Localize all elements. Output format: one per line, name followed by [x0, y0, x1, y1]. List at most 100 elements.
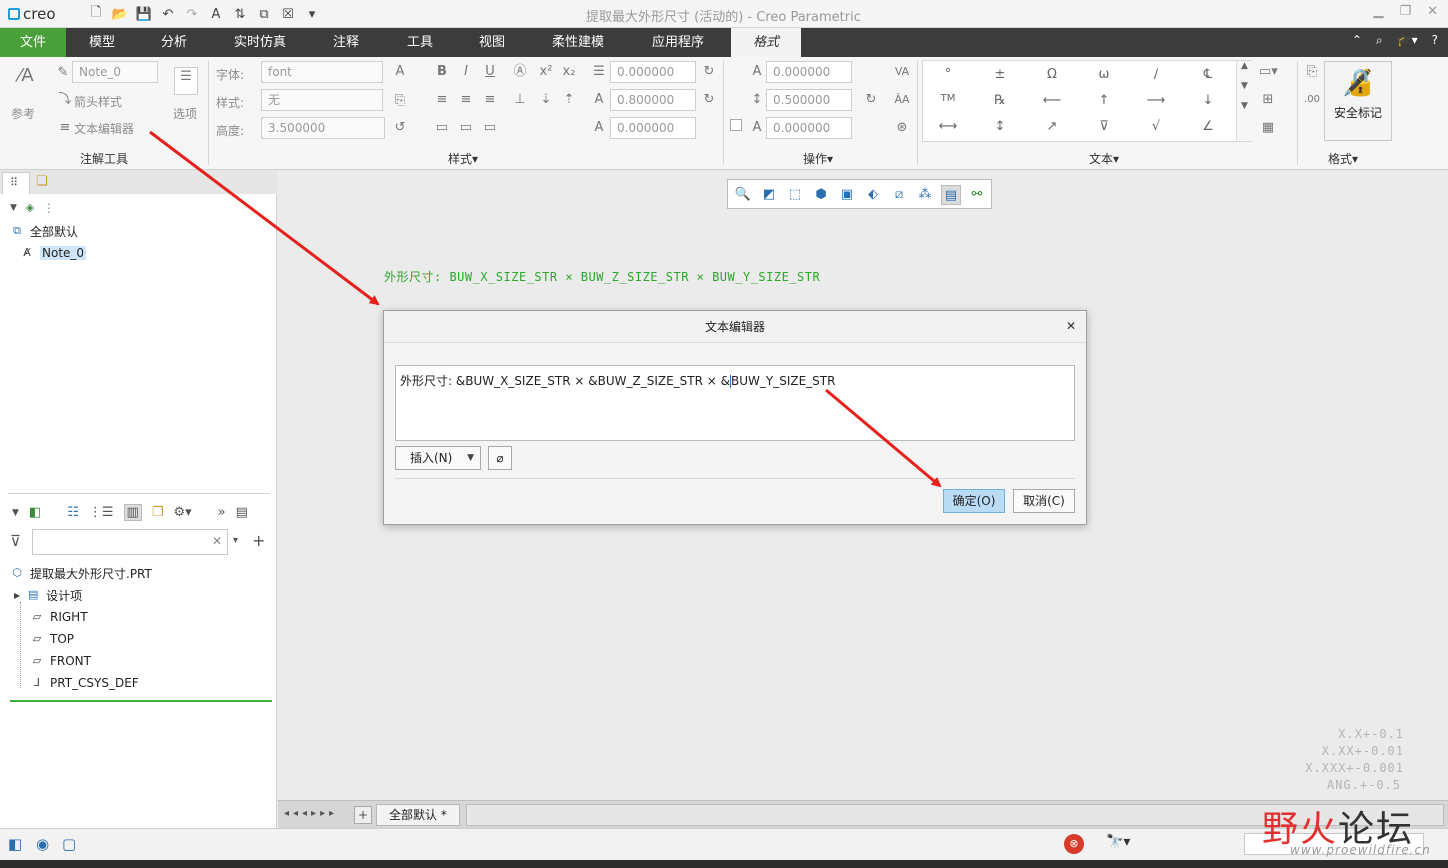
- text-color-icon[interactable]: A: [391, 63, 409, 81]
- line-spacing-field[interactable]: 0.000000: [610, 61, 696, 83]
- perspective-icon[interactable]: ⬖: [863, 185, 883, 205]
- tab-view[interactable]: 视图: [456, 28, 528, 57]
- symbol-arrow-diagonal[interactable]: ↗: [1032, 119, 1072, 134]
- model-tree-tab[interactable]: ⠿: [2, 172, 30, 194]
- reset-width-icon[interactable]: ↻: [700, 91, 718, 109]
- add-tab-icon[interactable]: +: [354, 806, 372, 824]
- tab-model[interactable]: 模型: [66, 28, 138, 57]
- align-left-icon[interactable]: ≡: [433, 91, 451, 109]
- mirror-checkbox[interactable]: [730, 119, 742, 131]
- kerning-icon[interactable]: VA: [893, 63, 911, 81]
- tab-tools[interactable]: 工具: [384, 28, 456, 57]
- reset-ops-icon[interactable]: ↻: [862, 91, 880, 109]
- settings-icon[interactable]: ❐: [152, 505, 164, 520]
- group-label-format[interactable]: 格式▾: [1328, 150, 1358, 167]
- annotation-display-icon[interactable]: ▤: [941, 185, 961, 205]
- model-tree-datum-front[interactable]: ▱ FRONT: [30, 651, 91, 671]
- search-dropdown-icon[interactable]: ▾: [233, 535, 238, 546]
- slant-field[interactable]: 0.000000: [610, 117, 696, 139]
- more-icon[interactable]: »: [218, 505, 226, 520]
- find-icon[interactable]: 🔭▾: [1106, 834, 1130, 850]
- options-icon[interactable]: ☰: [174, 67, 198, 95]
- symbol-centerline[interactable]: ℄: [1188, 67, 1228, 82]
- show-navigator-icon[interactable]: ◧: [8, 835, 22, 853]
- add-icon[interactable]: +: [252, 531, 265, 550]
- symbol-arrow-left[interactable]: ⟵: [1032, 93, 1072, 108]
- mirror-field[interactable]: 0.000000: [766, 117, 852, 139]
- community-icon[interactable]: 🎓▾: [1397, 33, 1418, 48]
- layer-tree-note[interactable]: Ⱥ Note_0: [20, 243, 87, 263]
- model-tree-design-items[interactable]: ▶ ▤ 设计项: [14, 585, 82, 605]
- note-text-area[interactable]: 外形尺寸: &BUW_X_SIZE_STR × &BUW_Z_SIZE_STR …: [395, 365, 1075, 441]
- tab-file[interactable]: 文件: [0, 28, 66, 57]
- text-style-icon[interactable]: ȦA: [893, 91, 911, 109]
- style-select[interactable]: 无: [261, 89, 383, 111]
- error-icon[interactable]: ⊗: [1064, 834, 1084, 854]
- format-painter-icon[interactable]: ⎘: [1303, 63, 1321, 81]
- symbol-degree[interactable]: °: [928, 67, 968, 82]
- tab-navigation-icons[interactable]: ◂◂◂▸▸▸: [284, 808, 338, 819]
- align-middle-icon[interactable]: ⇣: [537, 91, 555, 109]
- angle-field[interactable]: 0.000000: [766, 61, 852, 83]
- help-icon[interactable]: ?: [1432, 33, 1438, 48]
- copy-format-icon[interactable]: ⎘: [391, 92, 409, 110]
- redo-icon[interactable]: ↷: [182, 4, 202, 24]
- align-bottom-icon[interactable]: ⊥: [511, 91, 529, 109]
- tab-flexible-modeling[interactable]: 柔性建模: [532, 28, 624, 57]
- show-tree-icon[interactable]: ☷: [67, 505, 79, 520]
- dialog-close-icon[interactable]: ✕: [1066, 319, 1076, 333]
- view-manager-icon[interactable]: ▣: [837, 185, 857, 205]
- symbol-omega[interactable]: Ω: [1032, 67, 1072, 82]
- symbol-root[interactable]: √: [1136, 119, 1176, 134]
- arrow-style-button[interactable]: 箭头样式: [74, 93, 122, 110]
- fullscreen-icon[interactable]: ▢: [62, 835, 76, 853]
- symbol-small-omega[interactable]: ω: [1084, 67, 1124, 82]
- tab-format[interactable]: 格式: [731, 28, 801, 57]
- italic-icon[interactable]: I: [457, 63, 475, 81]
- tree-filter-icon[interactable]: ▥: [123, 504, 142, 521]
- clear-search-icon[interactable]: ✕: [212, 534, 222, 548]
- model-tree-part[interactable]: ⬡ 提取最大外形尺寸.PRT: [10, 563, 152, 583]
- superscript-icon[interactable]: x²: [537, 63, 555, 81]
- group-label-operations[interactable]: 操作▾: [803, 150, 833, 167]
- insert-dropdown[interactable]: 插入(N) ▼: [395, 446, 481, 470]
- symbol-arrow-vertical[interactable]: ↕: [980, 119, 1020, 134]
- model-tree-datum-right[interactable]: ▱ RIGHT: [30, 607, 88, 627]
- customize-qat-icon[interactable]: ▾: [302, 4, 322, 24]
- filter-icon[interactable]: ⊽: [10, 532, 21, 550]
- decimal-icon[interactable]: .00: [1303, 91, 1321, 109]
- datum-display-icon[interactable]: ⁂: [915, 185, 935, 205]
- symbol-arrow-down[interactable]: ↓: [1188, 93, 1228, 108]
- cancel-button[interactable]: 取消(C): [1013, 489, 1075, 513]
- width-factor-field[interactable]: 0.800000: [610, 89, 696, 111]
- canvas-note[interactable]: 外形尺寸: BUW_X_SIZE_STR × BUW_Z_SIZE_STR × …: [384, 268, 820, 285]
- symbol-slash[interactable]: ∕: [1136, 67, 1176, 82]
- ok-button[interactable]: 确定(O): [943, 489, 1005, 513]
- section-icon[interactable]: ⧄: [889, 185, 909, 205]
- layer-tree-root[interactable]: ⧉ 全部默认: [10, 221, 78, 241]
- shaded-icon[interactable]: ⬚: [785, 185, 805, 205]
- symbol-angle[interactable]: ∠: [1188, 119, 1228, 134]
- symbol-arrow-up[interactable]: ↑: [1084, 93, 1124, 108]
- undo-icon[interactable]: ↶: [158, 4, 178, 24]
- symbol-property-line[interactable]: ℞: [980, 93, 1020, 108]
- spin-center-icon[interactable]: ⚯: [967, 185, 987, 205]
- saved-views-icon[interactable]: ⬢: [811, 185, 831, 205]
- minimize-ribbon-icon[interactable]: ⌃: [1352, 33, 1362, 48]
- new-file-icon[interactable]: 🗋: [86, 4, 106, 24]
- table-icon[interactable]: ⊞: [1259, 91, 1277, 109]
- symbol-trademark[interactable]: TM: [928, 93, 968, 104]
- reset-spacing-icon[interactable]: ↻: [700, 63, 718, 81]
- part-icon[interactable]: ◧: [29, 505, 41, 520]
- bold-icon[interactable]: B: [433, 63, 451, 81]
- tree-settings-icon[interactable]: ⚙▾: [173, 505, 191, 520]
- hyperlink-icon[interactable]: ⊛: [893, 119, 911, 137]
- boxed-text-icon[interactable]: Ⓐ: [511, 63, 529, 81]
- reset-icon[interactable]: ↺: [391, 119, 409, 137]
- save-icon[interactable]: 💾: [134, 4, 154, 24]
- tab-live-simulation[interactable]: 实时仿真: [214, 28, 306, 57]
- group-label-text[interactable]: 文本▾: [1089, 150, 1119, 167]
- search-icon[interactable]: ⌕: [1376, 33, 1383, 48]
- window-tab-default[interactable]: 全部默认 *: [376, 804, 460, 826]
- symbol-countersink[interactable]: ⊽: [1084, 119, 1124, 134]
